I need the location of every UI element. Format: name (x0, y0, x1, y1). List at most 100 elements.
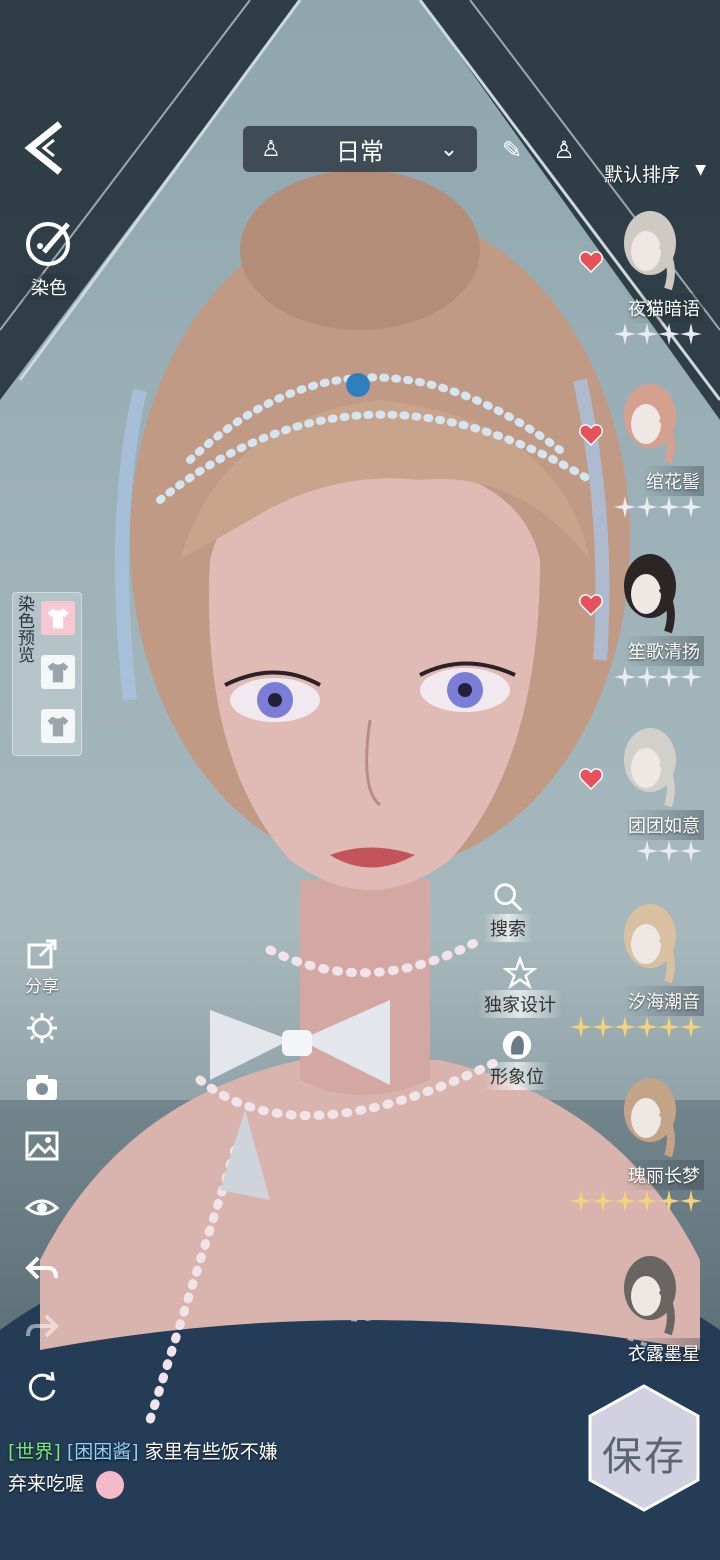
dye-preview-slot-2[interactable] (41, 655, 75, 689)
hairstyle-name: 笙歌清扬 (624, 636, 704, 666)
hairstyle-thumbnail (624, 1078, 676, 1158)
sort-dropdown[interactable]: 默认排序 (604, 160, 680, 187)
share-icon (27, 939, 57, 969)
save-label: 保存 (602, 1434, 686, 1480)
shirt-icon (47, 716, 69, 737)
share-button[interactable]: 分享 (20, 936, 64, 997)
category-label: 日常 (336, 137, 384, 166)
pig-emoji-icon (96, 1470, 125, 1499)
rarity-stars (614, 666, 702, 688)
shirt-icon (47, 662, 69, 683)
shirt-icon (47, 608, 69, 629)
star-icon (680, 1016, 702, 1038)
undo-icon (25, 1256, 58, 1280)
undo-button[interactable] (20, 1252, 64, 1288)
star-icon (658, 1016, 680, 1038)
dye-preview-panel: 染色预览 (12, 592, 82, 756)
share-label: 分享 (25, 977, 59, 997)
reset-button[interactable] (20, 1368, 64, 1404)
dye-preview-slot-1[interactable] (41, 601, 75, 635)
search-button[interactable]: 搜索 (484, 880, 532, 942)
hairstyle-item[interactable]: 团团如意 (578, 722, 710, 890)
hairstyle-item[interactable]: 笙歌清扬 (578, 548, 710, 716)
redo-button[interactable] (20, 1310, 64, 1346)
heart-icon[interactable] (578, 592, 604, 618)
image-icon (25, 1131, 59, 1161)
outfit-icon[interactable]: ♙ (544, 130, 584, 170)
hairstyle-item[interactable]: 瑰丽长梦 (570, 1072, 710, 1240)
star-icon (680, 666, 702, 688)
hairstyle-item[interactable]: 绾花髻 (578, 378, 710, 546)
star-icon (658, 323, 680, 345)
search-label: 搜索 (484, 914, 532, 942)
rarity-stars (614, 496, 702, 518)
camera-button[interactable] (20, 1070, 64, 1106)
chat-message-line2: 弃来吃喔 (8, 1473, 85, 1495)
star-icon (680, 323, 702, 345)
hairstyle-name: 绾花髻 (642, 466, 704, 496)
caret-down-icon: ▼ (695, 162, 706, 178)
chat-message-line1: 家里有些饭不嫌 (144, 1441, 278, 1463)
star-icon (680, 496, 702, 518)
image-slot-label: 形象位 (484, 1062, 550, 1090)
star-icon (636, 323, 658, 345)
hairstyle-item[interactable]: 汐海潮音 (570, 898, 710, 1066)
hairstyle-name: 夜猫暗语 (624, 293, 704, 323)
star-outline-icon (503, 956, 537, 990)
heart-icon[interactable] (578, 422, 604, 448)
star-icon (592, 1190, 614, 1212)
star-icon (636, 840, 658, 862)
hairstyle-thumbnail (624, 728, 676, 808)
camera-icon (27, 1075, 57, 1100)
reset-icon (28, 1371, 56, 1401)
heart-icon[interactable] (578, 249, 604, 275)
hairstyle-item[interactable]: 夜猫暗语 (578, 205, 710, 373)
star-icon (658, 1190, 680, 1212)
rarity-stars (570, 1016, 702, 1038)
star-icon (636, 1190, 658, 1212)
star-icon (614, 1016, 636, 1038)
brush-icon[interactable]: ✎ (492, 130, 532, 170)
heart-icon[interactable] (578, 766, 604, 792)
image-slot-button[interactable]: 形象位 (484, 1028, 550, 1090)
back-button[interactable] (20, 118, 72, 178)
dye-preview-slot-3[interactable] (41, 709, 75, 743)
hairstyle-name: 汐海潮音 (624, 986, 704, 1016)
hairstyle-thumbnail (624, 1256, 676, 1336)
eye-icon (24, 1199, 60, 1216)
hairstyle-thumbnail (624, 554, 676, 634)
exclusive-design-label: 独家设计 (478, 990, 562, 1018)
gear-icon (27, 1013, 57, 1043)
hairstyle-name: 团团如意 (624, 810, 704, 840)
chevron-down-icon: ⌄ (439, 136, 459, 162)
gallery-button[interactable] (20, 1128, 64, 1164)
star-icon (658, 840, 680, 862)
star-icon (592, 1016, 614, 1038)
category-selector[interactable]: ♙ 日常 ⌄ (243, 126, 477, 172)
exclusive-design-button[interactable]: 独家设计 (478, 956, 562, 1018)
search-icon (494, 883, 523, 912)
star-icon (636, 1016, 658, 1038)
rarity-stars (570, 1190, 702, 1212)
star-icon (680, 840, 702, 862)
hairstyle-thumbnail (624, 384, 676, 464)
star-icon (658, 666, 680, 688)
star-icon (614, 496, 636, 518)
redo-icon (26, 1314, 59, 1338)
chat-channel: [世界] (8, 1441, 61, 1463)
star-icon (570, 1190, 592, 1212)
rarity-stars (614, 323, 702, 345)
dye-preview-title: 染色预览 (14, 595, 34, 663)
settings-button[interactable] (20, 1010, 64, 1046)
palette-brush-icon (26, 222, 70, 266)
save-button[interactable]: 保存 (584, 1382, 704, 1514)
chat-user[interactable]: [困困酱] (67, 1441, 139, 1463)
hairstyle-thumbnail (624, 211, 676, 291)
world-chat[interactable]: [世界] [困困酱] 家里有些饭不嫌 弃来吃喔 (8, 1436, 308, 1500)
star-icon (614, 323, 636, 345)
dye-button[interactable]: 染色 (16, 216, 82, 302)
star-icon (658, 496, 680, 518)
hairstyle-name: 衣露墨星 (624, 1338, 704, 1368)
hairstyle-thumbnail (624, 904, 676, 984)
visibility-button[interactable] (20, 1190, 64, 1226)
